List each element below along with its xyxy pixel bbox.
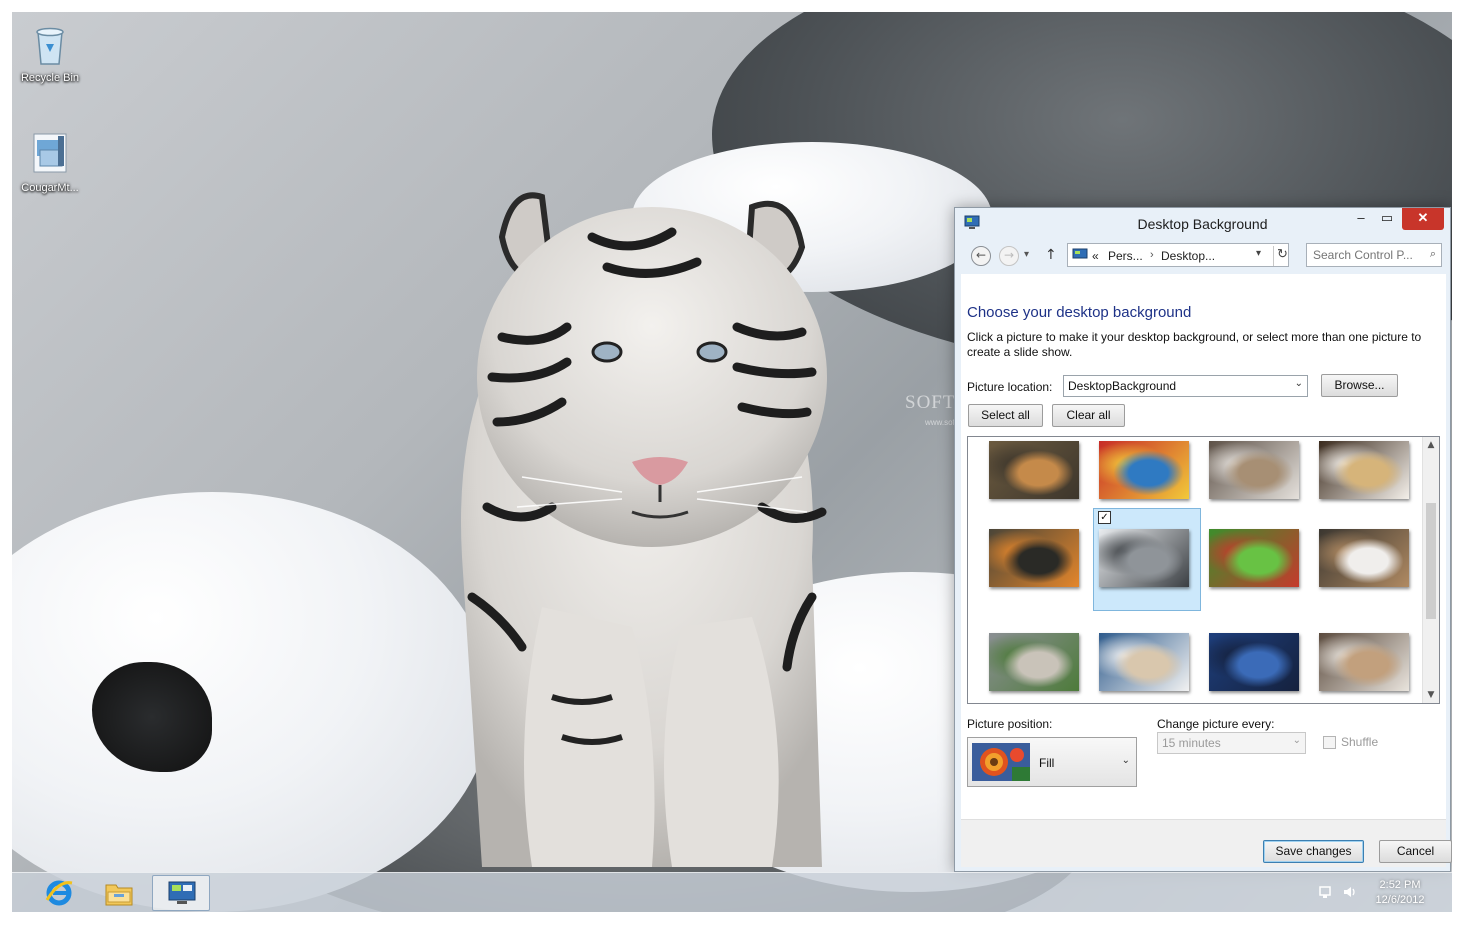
search-icon[interactable]: ⌕ — [1430, 248, 1436, 261]
thumbnail-tiger-cub[interactable] — [989, 441, 1079, 499]
picture-location-label: Picture location: — [967, 380, 1053, 394]
desktop[interactable]: Recycle Bin CougarMt... SOFTP www.softpe… — [12, 12, 1452, 912]
search-box[interactable]: ⌕ — [1306, 243, 1442, 267]
chevron-down-icon: ⌄ — [1121, 755, 1130, 766]
recycle-bin-icon — [28, 20, 72, 68]
navigation-bar: ← → ▾ ↑ « Pers... › Desktop... ▾ ↻ ⌕ — [961, 242, 1446, 270]
desktop-icon-label: Recycle Bin — [20, 72, 80, 84]
flower-preview-icon — [972, 743, 1030, 781]
thumbnail-cougar-head[interactable] — [1209, 441, 1299, 499]
dialog-footer: Save changes Cancel — [961, 819, 1452, 867]
thumbnail-kangaroo[interactable] — [989, 633, 1079, 691]
internet-explorer-icon — [45, 880, 73, 906]
desktop-icon-theme-file[interactable]: CougarMt... — [12, 130, 88, 194]
page-title: Choose your desktop background — [967, 304, 1192, 321]
change-picture-select[interactable]: 15 minutes ⌄ — [1157, 732, 1306, 754]
clear-all-button[interactable]: Clear all — [1052, 404, 1125, 427]
shuffle-checkbox[interactable] — [1323, 736, 1336, 749]
picture-location-value: DesktopBackground — [1068, 379, 1177, 393]
network-icon[interactable] — [1318, 884, 1334, 900]
change-picture-value: 15 minutes — [1162, 736, 1221, 750]
taskbar-control-panel[interactable] — [152, 875, 210, 911]
thumbnail-macaw[interactable] — [1099, 441, 1189, 499]
system-clock[interactable]: 2:52 PM 12/6/2012 — [1370, 878, 1430, 908]
browse-button[interactable]: Browse... — [1321, 374, 1398, 397]
scrollbar-thumb[interactable] — [1426, 503, 1436, 619]
minimize-button[interactable]: – — [1350, 208, 1372, 230]
picture-position-value: Fill — [1039, 756, 1055, 770]
thumbnail-cougar-cub[interactable] — [1319, 633, 1409, 691]
desktop-icon-label: CougarMt... — [21, 182, 79, 194]
address-bar[interactable]: « Pers... › Desktop... ▾ ↻ — [1067, 243, 1289, 267]
vertical-scrollbar[interactable]: ▲ ▼ — [1422, 437, 1439, 703]
close-button[interactable]: ✕ — [1402, 208, 1444, 230]
control-panel-icon — [168, 881, 196, 904]
thumbnail-crowned-crane[interactable] — [1319, 441, 1409, 499]
title-bar[interactable]: Desktop Background – ▭ ✕ — [955, 208, 1450, 238]
chevron-down-icon: ⌄ — [1294, 378, 1303, 389]
select-all-button[interactable]: Select all — [968, 404, 1043, 427]
scroll-up-icon[interactable]: ▲ — [1423, 437, 1439, 453]
search-input[interactable] — [1313, 245, 1425, 265]
taskbar: 2:52 PM 12/6/2012 — [12, 872, 1452, 912]
breadcrumb-overflow[interactable]: « — [1092, 249, 1099, 263]
control-panel-icon — [1072, 248, 1088, 259]
chevron-down-icon: ⌄ — [1292, 735, 1301, 746]
page-description: Click a picture to make it your desktop … — [967, 330, 1422, 359]
taskbar-file-explorer[interactable] — [90, 875, 148, 911]
shuffle-label: Shuffle — [1341, 735, 1379, 749]
up-button[interactable]: ↑ — [1045, 247, 1057, 263]
clock-date: 12/6/2012 — [1375, 894, 1425, 906]
cancel-button[interactable]: Cancel — [1379, 840, 1452, 863]
recent-locations-dropdown[interactable]: ▾ — [1024, 249, 1029, 260]
desktop-icon-recycle-bin[interactable]: Recycle Bin — [12, 20, 88, 84]
volume-icon[interactable] — [1342, 884, 1358, 900]
change-picture-label: Change picture every: — [1157, 717, 1275, 731]
back-button[interactable]: ← — [971, 246, 991, 266]
address-dropdown-icon[interactable]: ▾ — [1256, 248, 1261, 259]
thumbnail-parrot-green[interactable] — [1209, 529, 1299, 587]
picture-gallery[interactable]: ✓ ▲ ▼ — [967, 436, 1440, 704]
thumbnail-white-tiger[interactable] — [1099, 529, 1189, 587]
breadcrumb-personalization[interactable]: Pers... — [1108, 249, 1143, 263]
thumbnail-blue-macaw[interactable] — [1209, 633, 1299, 691]
thumbnail-cougar-snow[interactable] — [1319, 529, 1409, 587]
scroll-down-icon[interactable]: ▼ — [1423, 687, 1439, 703]
maximize-button[interactable]: ▭ — [1376, 208, 1398, 230]
picture-position-label: Picture position: — [967, 717, 1053, 731]
theme-file-icon — [28, 130, 72, 178]
forward-button[interactable]: → — [999, 246, 1019, 266]
clock-time: 2:52 PM — [1379, 879, 1421, 891]
thumbnail-deer[interactable] — [989, 529, 1079, 587]
save-changes-button[interactable]: Save changes — [1263, 840, 1364, 863]
breadcrumb-separator[interactable]: › — [1150, 249, 1154, 261]
breadcrumb-desktop-background[interactable]: Desktop... — [1161, 249, 1215, 263]
taskbar-internet-explorer[interactable] — [30, 875, 88, 911]
file-explorer-icon — [105, 884, 133, 906]
thumbnail-lynx[interactable] — [1099, 633, 1189, 691]
picture-checkbox[interactable]: ✓ — [1098, 511, 1111, 524]
refresh-button[interactable]: ↻ — [1273, 246, 1288, 266]
content-pane: Choose your desktop background Click a p… — [961, 274, 1446, 819]
white-tiger-illustration — [461, 192, 827, 867]
picture-position-select[interactable]: Fill ⌄ — [967, 737, 1137, 787]
picture-location-select[interactable]: DesktopBackground ⌄ — [1063, 375, 1308, 397]
desktop-background-window[interactable]: Desktop Background – ▭ ✕ ← → ▾ ↑ « Pers.… — [954, 207, 1452, 872]
